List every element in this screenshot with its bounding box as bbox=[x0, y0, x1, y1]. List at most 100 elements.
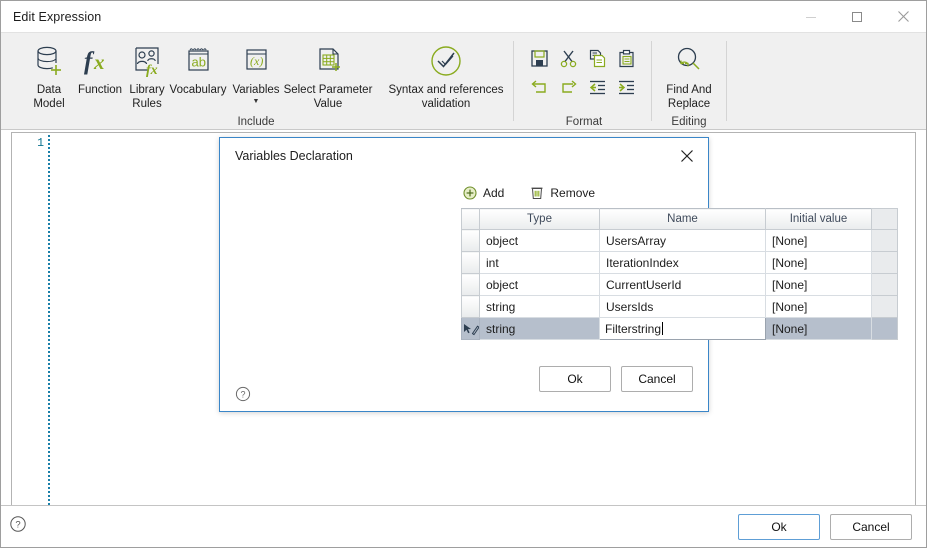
indent-icon[interactable] bbox=[612, 73, 641, 102]
svg-text:x: x bbox=[93, 50, 105, 74]
ok-button[interactable]: Ok bbox=[738, 513, 820, 540]
cell-name[interactable]: IterationIndex bbox=[599, 251, 766, 274]
table-row[interactable]: string UsersIds [None] bbox=[461, 295, 898, 318]
syntax-validation-check-icon bbox=[428, 39, 464, 83]
ribbon-group-label-include: Include bbox=[237, 116, 275, 128]
remove-variable-button[interactable]: Remove bbox=[530, 185, 595, 200]
ribbon-button-syntax-validation[interactable]: Syntax and references validation bbox=[381, 39, 511, 111]
close-icon[interactable] bbox=[880, 1, 926, 32]
redo-arrow-icon[interactable] bbox=[554, 73, 583, 102]
window-controls bbox=[788, 1, 926, 32]
ribbon-group-format: Format bbox=[514, 33, 654, 131]
table-row[interactable]: object UsersArray [None] bbox=[461, 229, 898, 252]
ribbon-label-variables: Variables bbox=[232, 84, 280, 96]
variables-grid[interactable]: Type Name Initial value object UsersArra… bbox=[461, 208, 898, 340]
data-model-icon bbox=[33, 39, 65, 83]
close-icon[interactable] bbox=[670, 141, 704, 171]
variables-table: Type Name Initial value object UsersArra… bbox=[461, 208, 898, 340]
table-header-row: Type Name Initial value bbox=[461, 208, 898, 230]
undo-arrow-icon[interactable] bbox=[525, 73, 554, 102]
row-edit-indicator-cell[interactable] bbox=[461, 317, 480, 340]
svg-text:?: ? bbox=[240, 389, 245, 399]
paste-clipboard-icon[interactable] bbox=[612, 44, 641, 73]
dialog-help-question-icon[interactable]: ? bbox=[235, 386, 251, 407]
help-question-icon[interactable]: ? bbox=[9, 515, 27, 538]
ribbon-button-data-model[interactable]: Data Model bbox=[21, 39, 77, 111]
edit-expression-window: Edit Expression Data Model f x Function … bbox=[0, 0, 927, 548]
ribbon-button-vocabulary[interactable]: ab Vocabulary bbox=[165, 39, 231, 98]
add-variable-button[interactable]: Add bbox=[463, 186, 504, 200]
table-row-selected[interactable]: string Filterstring [None] bbox=[461, 317, 898, 340]
variables-declaration-dialog: Variables Declaration Add Remove Type Na… bbox=[219, 137, 898, 412]
cell-name[interactable]: UsersIds bbox=[599, 295, 766, 318]
cut-scissors-icon[interactable] bbox=[554, 44, 583, 73]
format-icon-grid bbox=[525, 44, 641, 102]
column-header-type[interactable]: Type bbox=[479, 208, 600, 230]
select-parameter-value-icon bbox=[312, 39, 344, 83]
ribbon-button-find-and-replace[interactable]: Find And Replace bbox=[652, 39, 726, 111]
library-rules-icon: fx bbox=[130, 39, 164, 83]
cell-type[interactable]: object bbox=[479, 229, 600, 252]
ribbon-label-vocabulary: Vocabulary bbox=[169, 84, 227, 96]
cell-filler bbox=[871, 229, 898, 252]
ribbon-separator bbox=[726, 41, 727, 121]
outdent-icon[interactable] bbox=[583, 73, 612, 102]
column-header-name[interactable]: Name bbox=[599, 208, 766, 230]
svg-text:fx: fx bbox=[146, 63, 158, 78]
dialog-toolbar: Add Remove bbox=[463, 185, 595, 200]
cell-initial-value[interactable]: [None] bbox=[765, 273, 872, 296]
ribbon-button-variables[interactable]: (x) Variables ▼ bbox=[229, 39, 283, 106]
cell-filler bbox=[871, 273, 898, 296]
chevron-down-icon[interactable]: ▼ bbox=[253, 98, 260, 106]
dialog-cancel-button[interactable]: Cancel bbox=[621, 366, 693, 392]
cell-type[interactable]: string bbox=[479, 317, 600, 340]
ribbon-label-syntax-validation: Syntax and references validation bbox=[388, 84, 504, 110]
svg-text:?: ? bbox=[15, 520, 20, 531]
ribbon-group-label-format: Format bbox=[565, 116, 603, 128]
row-selector-cell[interactable] bbox=[461, 273, 480, 296]
cell-filler bbox=[871, 251, 898, 274]
cell-filler bbox=[871, 317, 898, 340]
ribbon-button-select-parameter-value[interactable]: Select Parameter Value bbox=[279, 39, 377, 111]
row-selector-cell[interactable] bbox=[461, 229, 480, 252]
cell-type[interactable]: string bbox=[479, 295, 600, 318]
plus-circle-icon bbox=[463, 185, 477, 200]
trash-icon bbox=[530, 185, 544, 200]
cell-name[interactable]: CurrentUserId bbox=[599, 273, 766, 296]
save-icon[interactable] bbox=[525, 44, 554, 73]
minimize-icon[interactable] bbox=[788, 1, 834, 32]
copy-icon[interactable] bbox=[583, 44, 612, 73]
svg-text:(x): (x) bbox=[250, 54, 263, 68]
add-variable-label: Add bbox=[483, 185, 505, 200]
svg-text:ab: ab bbox=[192, 55, 206, 70]
cell-initial-value[interactable]: [None] bbox=[765, 251, 872, 274]
cell-initial-value[interactable]: [None] bbox=[765, 317, 872, 340]
remove-variable-label: Remove bbox=[550, 185, 596, 200]
cancel-button[interactable]: Cancel bbox=[830, 513, 912, 540]
ribbon-label-library-rules: Library Rules bbox=[129, 84, 165, 110]
maximize-icon[interactable] bbox=[834, 1, 880, 32]
editor-gutter: 1 bbox=[12, 133, 48, 510]
cell-name[interactable]: UsersArray bbox=[599, 229, 766, 252]
cell-initial-value[interactable]: [None] bbox=[765, 229, 872, 252]
table-row[interactable]: int IterationIndex [None] bbox=[461, 251, 898, 274]
ribbon-toolbar: Data Model f x Function fx Library Rules… bbox=[1, 32, 926, 130]
row-selector-header bbox=[461, 208, 480, 230]
function-fx-icon: f x bbox=[80, 39, 120, 83]
window-title: Edit Expression bbox=[13, 9, 102, 24]
ribbon-label-find-and-replace: Find And Replace bbox=[666, 84, 712, 110]
row-selector-cell[interactable] bbox=[461, 295, 480, 318]
find-and-replace-icon bbox=[672, 39, 706, 83]
ribbon-label-data-model: Data Model bbox=[33, 84, 65, 110]
cell-type[interactable]: object bbox=[479, 273, 600, 296]
ribbon-group-label-editing: Editing bbox=[671, 116, 707, 128]
cell-initial-value[interactable]: [None] bbox=[765, 295, 872, 318]
dialog-ok-button[interactable]: Ok bbox=[539, 366, 611, 392]
column-header-initial-value[interactable]: Initial value bbox=[765, 208, 872, 230]
variables-icon: (x) bbox=[240, 39, 272, 83]
row-selector-cell[interactable] bbox=[461, 251, 480, 274]
cell-name-editing[interactable]: Filterstring bbox=[599, 317, 766, 340]
table-row[interactable]: object CurrentUserId [None] bbox=[461, 273, 898, 296]
cell-type[interactable]: int bbox=[479, 251, 600, 274]
dialog-title-bar: Variables Declaration bbox=[220, 138, 708, 174]
